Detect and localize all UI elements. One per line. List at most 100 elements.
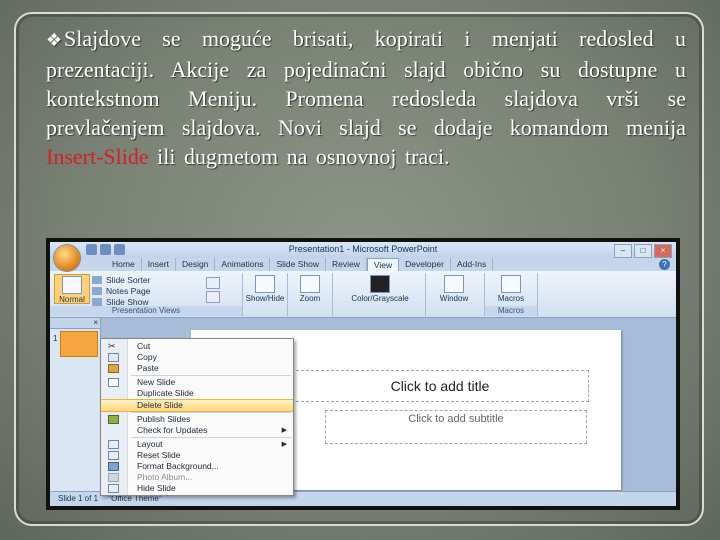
powerpoint-window: Presentation1 - Microsoft PowerPoint – □… — [50, 242, 676, 506]
body-text-tail: ili dugmetom na osnovnoj traci. — [148, 144, 450, 169]
master-view-icon[interactable] — [206, 277, 220, 289]
ribbon: Normal Slide Sorter Notes Page Slide Sho… — [50, 271, 676, 318]
menu-item-label: Layout — [137, 439, 163, 449]
menu-item-label: New Slide — [137, 377, 176, 387]
subtitle-placeholder[interactable]: Click to add subtitle — [325, 410, 587, 444]
menu-item-label: Format Background... — [137, 461, 219, 471]
window-title: Presentation1 - Microsoft PowerPoint — [288, 244, 438, 254]
paste-icon — [108, 364, 119, 373]
menu-separator — [131, 375, 291, 376]
color-grayscale-label: Color/Grayscale — [351, 294, 409, 303]
slides-pane: × 1 — [50, 318, 101, 492]
menu-item-label: Copy — [137, 352, 157, 362]
zoom-button[interactable]: Zoom — [292, 274, 328, 304]
new-slide-icon — [108, 378, 119, 387]
menu-item-paste[interactable]: Paste — [101, 363, 293, 374]
normal-view-button[interactable]: Normal — [54, 274, 90, 304]
notes-page-icon — [92, 287, 102, 295]
window-button[interactable]: Window — [432, 274, 476, 304]
menu-separator — [131, 437, 291, 438]
menu-item-publish-slides[interactable]: Publish Slides — [101, 414, 293, 425]
tab-view[interactable]: View — [366, 258, 400, 271]
context-menu: ✂ Cut Copy Paste New Slide Duplicate Sli… — [100, 338, 294, 496]
tab-review[interactable]: Review — [326, 258, 367, 271]
menu-separator — [131, 412, 291, 413]
macros-button[interactable]: Macros — [491, 274, 531, 304]
submenu-arrow-icon: ▶ — [281, 441, 287, 448]
copy-icon — [108, 353, 119, 362]
close-pane-icon[interactable]: × — [93, 318, 98, 327]
handout-master-icon[interactable] — [206, 291, 220, 303]
notes-page-label: Notes Page — [106, 286, 151, 296]
help-icon[interactable]: ? — [659, 259, 670, 270]
menu-item-reset-slide[interactable]: Reset Slide — [101, 450, 293, 461]
menu-item-hide-slide[interactable]: Hide Slide — [101, 483, 293, 494]
tab-add-ins[interactable]: Add-Ins — [451, 258, 494, 271]
photo-album-icon — [108, 473, 119, 482]
tab-animations[interactable]: Animations — [215, 258, 271, 271]
menu-item-check-for-updates[interactable]: Check for Updates ▶ — [101, 425, 293, 436]
menu-item-cut[interactable]: ✂ Cut — [101, 341, 293, 352]
slide-show-icon — [92, 298, 102, 306]
color-grayscale-button[interactable]: Color/Grayscale — [345, 274, 415, 304]
show-hide-label: Show/Hide — [245, 294, 285, 303]
menu-item-label: Check for Updates — [137, 425, 208, 435]
menu-item-new-slide[interactable]: New Slide — [101, 377, 293, 388]
menu-item-copy[interactable]: Copy — [101, 352, 293, 363]
show-hide-group: Show/Hide — [243, 273, 288, 316]
insert-slide-highlight: Insert-Slide — [46, 144, 149, 169]
diamond-bullet-icon: ❖ — [46, 30, 63, 50]
macros-icon — [501, 275, 521, 293]
tab-design[interactable]: Design — [176, 258, 216, 271]
zoom-icon — [300, 275, 320, 293]
ribbon-tabs: Home Insert Design Animations Slide Show… — [106, 258, 494, 271]
body-text-lead: Slajdove se moguće brisati, kopirati i m… — [46, 26, 686, 140]
presentation-views-label: Presentation Views — [50, 306, 242, 316]
title-placeholder[interactable]: Click to add title — [291, 370, 589, 402]
macros-button-label: Macros — [497, 294, 525, 303]
show-hide-icon — [255, 275, 275, 293]
slide-sorter-button[interactable]: Slide Sorter — [92, 275, 150, 285]
menu-item-label: Reset Slide — [137, 450, 181, 460]
window-icon — [444, 275, 464, 293]
submenu-arrow-icon: ▶ — [281, 427, 287, 434]
window-label: Window — [439, 294, 469, 303]
menu-item-label: Hide Slide — [137, 483, 176, 493]
menu-item-label: Photo Album... — [137, 472, 193, 482]
reset-icon — [108, 451, 119, 460]
format-background-icon — [108, 462, 119, 471]
close-button[interactable]: × — [654, 244, 672, 258]
color-grayscale-icon — [370, 275, 390, 293]
menu-item-duplicate-slide[interactable]: Duplicate Slide — [101, 388, 293, 399]
zoom-group: Zoom — [288, 273, 333, 316]
office-button[interactable] — [54, 245, 80, 271]
tab-developer[interactable]: Developer — [399, 258, 451, 271]
slide-sorter-label: Slide Sorter — [106, 275, 151, 285]
menu-item-format-background[interactable]: Format Background... — [101, 461, 293, 472]
show-hide-button[interactable]: Show/Hide — [245, 274, 285, 304]
color-grayscale-group: Color/Grayscale — [333, 273, 426, 316]
minimize-button[interactable]: – — [614, 244, 632, 258]
tab-insert[interactable]: Insert — [142, 258, 176, 271]
macros-group-label: Macros — [485, 306, 537, 316]
slide-thumbnail[interactable] — [60, 331, 98, 357]
menu-item-photo-album[interactable]: Photo Album... — [101, 472, 293, 483]
menu-item-layout[interactable]: Layout ▶ — [101, 439, 293, 450]
window-group: Window — [426, 273, 485, 316]
powerpoint-screenshot: Presentation1 - Microsoft PowerPoint – □… — [46, 238, 680, 510]
scissors-icon: ✂ — [108, 341, 116, 351]
menu-item-delete-slide[interactable]: Delete Slide — [101, 399, 293, 412]
tab-home[interactable]: Home — [106, 258, 142, 271]
hide-slide-icon — [108, 484, 119, 493]
presentation-views-group: Normal Slide Sorter Notes Page Slide Sho… — [50, 273, 243, 316]
slide-sorter-icon — [92, 276, 102, 284]
tab-slide-show[interactable]: Slide Show — [270, 258, 327, 271]
notes-page-button[interactable]: Notes Page — [92, 286, 150, 296]
normal-view-label: Normal — [59, 295, 85, 304]
layout-icon — [108, 440, 119, 449]
menu-item-label: Paste — [137, 363, 159, 373]
maximize-button[interactable]: □ — [634, 244, 652, 258]
slide-number: 1 — [53, 334, 58, 343]
menu-item-label: Delete Slide — [137, 400, 183, 410]
zoom-label: Zoom — [299, 294, 321, 303]
